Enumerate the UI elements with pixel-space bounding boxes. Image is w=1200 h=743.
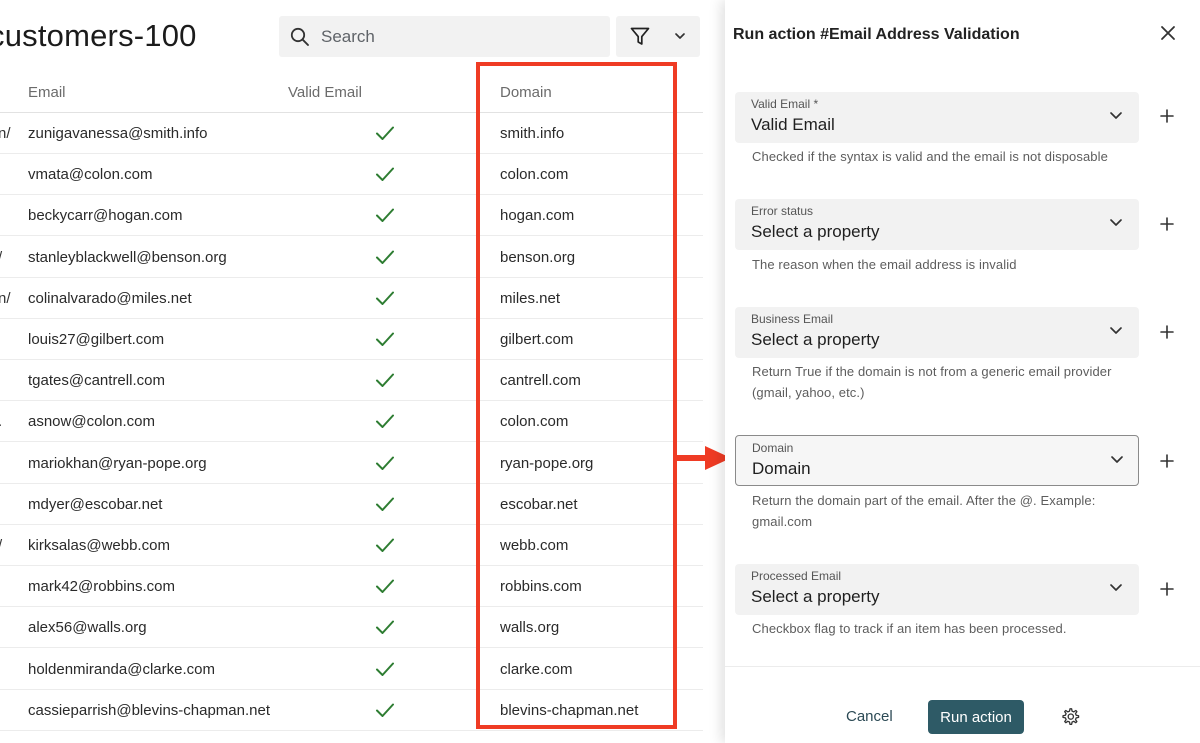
email-cell[interactable]: asnow@colon.com (28, 413, 155, 430)
domain-select[interactable]: Domain Domain (735, 435, 1139, 486)
email-cell[interactable]: louis27@gilbert.com (28, 331, 164, 348)
error-status-select[interactable]: Error status Select a property (735, 199, 1139, 250)
search-placeholder: Search (321, 26, 375, 46)
row-prefix: n/ (0, 125, 11, 142)
cancel-button[interactable]: Cancel (846, 708, 893, 725)
search-icon (290, 27, 309, 46)
page-title: customers-100 (0, 18, 197, 53)
checkmark-icon (376, 456, 394, 470)
chevron-down-icon (1110, 584, 1122, 591)
email-cell[interactable]: stanleyblackwell@benson.org (28, 249, 227, 266)
row-prefix: . (0, 413, 2, 430)
row-prefix: / (0, 249, 2, 266)
email-cell[interactable]: beckycarr@hogan.com (28, 207, 182, 224)
field-help-text: Checked if the syntax is valid and the e… (752, 149, 1108, 164)
email-cell[interactable]: zunigavanessa@smith.info (28, 125, 208, 142)
column-header-valid-email[interactable]: Valid Email (288, 84, 362, 101)
checkmark-icon (376, 373, 394, 388)
valid-email-select[interactable]: Valid Email * Valid Email (735, 92, 1139, 143)
email-cell[interactable]: alex56@walls.org (28, 619, 147, 636)
row-prefix: n/ (0, 289, 11, 307)
filter-button[interactable] (616, 16, 700, 57)
filter-icon (630, 27, 650, 45)
field-label: Valid Email * (751, 97, 819, 111)
table-view: customers-100 Search Email Valid Email D… (0, 0, 731, 743)
chevron-down-icon (1110, 219, 1122, 226)
plus-icon[interactable] (1160, 582, 1174, 596)
business-email-select[interactable]: Business Email Select a property (735, 307, 1139, 358)
email-cell[interactable]: mark42@robbins.com (28, 578, 175, 595)
email-cell[interactable]: holdenmiranda@clarke.com (28, 661, 215, 678)
plus-icon[interactable] (1160, 325, 1174, 339)
chevron-down-icon (1111, 456, 1123, 463)
footer-divider (725, 666, 1200, 667)
field-label: Domain (752, 441, 794, 455)
column-header-email[interactable]: Email (28, 84, 66, 101)
field-label: Processed Email (751, 569, 842, 583)
checkmark-icon (376, 126, 394, 140)
chevron-down-icon (1110, 112, 1122, 119)
field-value: Select a property (751, 587, 880, 606)
field-label: Error status (751, 204, 814, 218)
processed-email-select[interactable]: Processed Email Select a property (735, 564, 1139, 615)
email-cell[interactable]: vmata@colon.com (28, 166, 152, 183)
close-icon[interactable] (1160, 25, 1176, 41)
field-value: Valid Email (751, 115, 835, 134)
plus-icon[interactable] (1160, 217, 1174, 231)
email-cell[interactable]: tgates@cantrell.com (28, 372, 165, 389)
checkmark-icon (376, 620, 394, 635)
checkmark-icon (376, 662, 394, 676)
field-value: Domain (752, 459, 811, 478)
domain-column-highlight (476, 62, 677, 729)
row-divider (0, 729, 703, 731)
checkmark-icon (376, 167, 394, 182)
checkmark-icon (376, 703, 394, 717)
chevron-down-icon (1110, 327, 1122, 334)
checkmark-icon (376, 291, 394, 305)
checkmark-icon (376, 208, 394, 223)
field-value: Select a property (751, 330, 880, 349)
plus-icon[interactable] (1160, 454, 1174, 468)
checkmark-icon (376, 250, 394, 264)
row-prefix: / (0, 537, 2, 554)
panel-title: Run action #Email Address Validation (733, 26, 1020, 43)
email-cell[interactable]: mariokhan@ryan-pope.org (28, 455, 207, 472)
field-value: Select a property (751, 222, 880, 241)
field-help-text: Return True if the domain is not from a … (752, 364, 1112, 400)
run-action-button[interactable]: Run action (928, 700, 1024, 734)
plus-icon[interactable] (1160, 109, 1174, 123)
email-cell[interactable]: cassieparrish@blevins-chapman.net (28, 702, 270, 719)
checkmark-icon (376, 332, 394, 346)
email-cell[interactable]: colinalvarado@miles.net (28, 290, 192, 307)
checkmark-icon (376, 538, 394, 552)
run-action-panel: Run action #Email Address Validation Val… (725, 0, 1200, 743)
email-cell[interactable]: mdyer@escobar.net (28, 496, 162, 513)
gear-icon[interactable] (1060, 707, 1080, 727)
email-cell[interactable]: kirksalas@webb.com (28, 537, 170, 554)
checkmark-icon (376, 497, 394, 511)
field-help-text: Return the domain part of the email. Aft… (752, 493, 1096, 529)
field-help-text: The reason when the email address is inv… (752, 257, 1017, 272)
chevron-down-icon[interactable] (674, 31, 686, 41)
checkmark-icon (376, 414, 394, 429)
checkmark-icon (376, 579, 394, 594)
field-help-text: Checkbox flag to track if an item has be… (752, 621, 1067, 636)
search-input[interactable]: Search (279, 16, 610, 57)
field-label: Business Email (751, 312, 834, 326)
